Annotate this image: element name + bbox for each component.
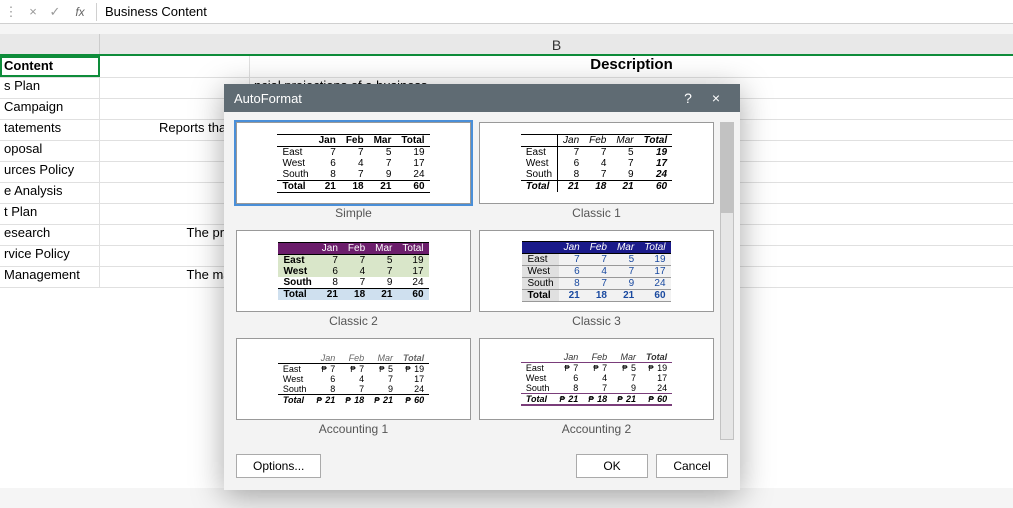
format-option-classic2[interactable]: JanFebMarTotalEast77519West64717South879… bbox=[236, 230, 471, 332]
cell-content[interactable]: oposal bbox=[0, 141, 100, 161]
format-option-classic3[interactable]: JanFebMarTotalEast77519West64717South879… bbox=[479, 230, 714, 332]
ok-button[interactable]: OK bbox=[576, 454, 648, 478]
format-option-simple[interactable]: JanFebMarTotalEast77519West64717South879… bbox=[236, 122, 471, 224]
col-header-a[interactable] bbox=[0, 34, 100, 54]
formula-input[interactable] bbox=[99, 4, 1013, 19]
options-button[interactable]: Options... bbox=[236, 454, 321, 478]
format-grid: JanFebMarTotalEast77519West64717South879… bbox=[236, 122, 714, 440]
cell-content[interactable]: tatements bbox=[0, 120, 100, 140]
cell-content[interactable]: rvice Policy bbox=[0, 246, 100, 266]
format-name: Classic 2 bbox=[236, 314, 471, 328]
cell-content[interactable]: s Plan bbox=[0, 78, 100, 98]
format-option-accounting2[interactable]: JanFebMarTotalEast₱ 7₱ 7₱ 5₱ 19West64717… bbox=[479, 338, 714, 440]
preview-classic3: JanFebMarTotalEast77519West64717South879… bbox=[479, 230, 714, 312]
scrollbar[interactable] bbox=[720, 122, 734, 440]
preview-accounting2: JanFebMarTotalEast₱ 7₱ 7₱ 5₱ 19West64717… bbox=[479, 338, 714, 420]
header-row: Content Description bbox=[0, 56, 1013, 78]
cell-content[interactable]: esearch bbox=[0, 225, 100, 245]
preview-accounting1: JanFebMarTotalEast₱ 7₱ 7₱ 5₱ 19West64717… bbox=[236, 338, 471, 420]
preview-classic1: JanFebMarTotalEast77519West64717South879… bbox=[479, 122, 714, 204]
preview-classic2: JanFebMarTotalEast77519West64717South879… bbox=[236, 230, 471, 312]
separator bbox=[96, 3, 97, 21]
header-spacer[interactable] bbox=[100, 56, 250, 77]
fx-label[interactable]: fx bbox=[66, 5, 94, 19]
cell-content[interactable]: Management bbox=[0, 267, 100, 287]
preview-simple: JanFebMarTotalEast77519West64717South879… bbox=[236, 122, 471, 204]
col-header-b[interactable]: B bbox=[100, 34, 1013, 54]
format-option-accounting1[interactable]: JanFebMarTotalEast₱ 7₱ 7₱ 5₱ 19West64717… bbox=[236, 338, 471, 440]
format-name: Accounting 1 bbox=[236, 422, 471, 436]
dialog-footer: Options... OK Cancel bbox=[224, 446, 740, 490]
help-icon[interactable]: ? bbox=[674, 90, 702, 106]
column-header-row: B bbox=[0, 34, 1013, 56]
close-icon[interactable]: × bbox=[702, 90, 730, 106]
cell-content[interactable]: e Analysis bbox=[0, 183, 100, 203]
cancel-icon[interactable]: × bbox=[22, 1, 44, 23]
dialog-title: AutoFormat bbox=[234, 91, 674, 106]
formula-bar: ⋮ × ✓ fx bbox=[0, 0, 1013, 24]
menu-dots[interactable]: ⋮ bbox=[0, 1, 22, 23]
dialog-titlebar[interactable]: AutoFormat ? × bbox=[224, 84, 740, 112]
autoformat-dialog: AutoFormat ? × JanFebMarTotalEast77519We… bbox=[224, 84, 740, 490]
format-name: Accounting 2 bbox=[479, 422, 714, 436]
header-content[interactable]: Content bbox=[0, 56, 100, 77]
cell-content[interactable]: Campaign bbox=[0, 99, 100, 119]
format-name: Simple bbox=[236, 206, 471, 220]
accept-icon[interactable]: ✓ bbox=[44, 1, 66, 23]
scrollbar-thumb[interactable] bbox=[721, 123, 733, 213]
cell-content[interactable]: t Plan bbox=[0, 204, 100, 224]
cancel-button[interactable]: Cancel bbox=[656, 454, 728, 478]
cell-content[interactable]: urces Policy bbox=[0, 162, 100, 182]
format-name: Classic 1 bbox=[479, 206, 714, 220]
header-description[interactable]: Description bbox=[250, 56, 1013, 77]
format-option-classic1[interactable]: JanFebMarTotalEast77519West64717South879… bbox=[479, 122, 714, 224]
format-name: Classic 3 bbox=[479, 314, 714, 328]
